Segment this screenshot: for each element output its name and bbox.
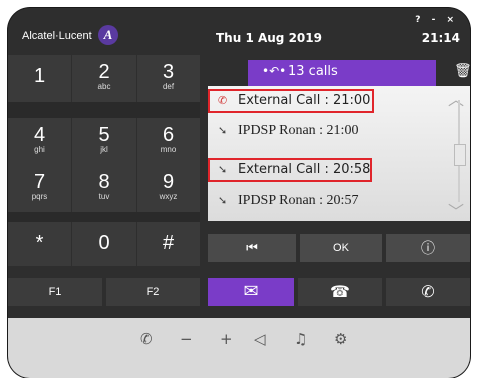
key-digit: # xyxy=(162,232,175,254)
call-log-item[interactable]: ➘ IPDSP Ronan : 21:00 xyxy=(208,118,456,145)
previous-button[interactable]: ⏮ xyxy=(208,234,296,262)
key-3[interactable]: 3 def xyxy=(137,55,200,102)
key-hash[interactable]: # xyxy=(137,222,200,266)
key-letters: wxyz xyxy=(159,192,178,201)
brand-name: Alcatel·Lucent xyxy=(22,30,92,42)
key-digit: 7 xyxy=(33,171,46,193)
key-digit: * xyxy=(35,232,44,254)
handset-icon[interactable]: ✆ xyxy=(140,330,153,348)
call-log-text: IPDSP Ronan : 21:00 xyxy=(238,123,359,138)
key-0[interactable]: 0 xyxy=(72,222,136,266)
key-4[interactable]: 4 ghi xyxy=(8,118,71,165)
key-digit: 1 xyxy=(33,65,46,87)
help-button[interactable]: ? xyxy=(415,15,424,25)
skip-back-icon: ⏮ xyxy=(246,240,258,255)
key-digit: 4 xyxy=(33,124,46,146)
highlight-box xyxy=(208,89,374,113)
volume-up-icon[interactable]: + xyxy=(220,330,233,348)
info-button[interactable]: ⓘ xyxy=(386,234,470,262)
key-digit: 0 xyxy=(98,232,110,254)
bottom-toolbar: ✆ − + ◁ ♫ ⚙ xyxy=(8,318,470,378)
key-digit: 2 xyxy=(98,61,110,83)
key-digit: 3 xyxy=(162,61,175,83)
call-log-list: ✆ External Call : 21:00 ➘ IPDSP Ronan : … xyxy=(208,86,470,221)
brand-logo-icon: A xyxy=(98,25,118,45)
keypad-divider xyxy=(8,102,200,118)
key-letters: tuv xyxy=(98,192,110,201)
ok-button[interactable]: OK xyxy=(300,234,382,262)
f2-key[interactable]: F2 xyxy=(106,278,200,306)
key-9[interactable]: 9 wxyz xyxy=(137,165,200,212)
messages-button[interactable]: ✉ xyxy=(208,278,294,306)
bell-icon[interactable]: ♫ xyxy=(294,330,307,348)
gear-icon[interactable]: ⚙ xyxy=(334,330,347,348)
key-8[interactable]: 8 tuv xyxy=(72,165,136,212)
scroll-down-icon[interactable]: ﹀ xyxy=(448,198,464,222)
key-digit: 6 xyxy=(162,124,175,146)
key-letters: pqrs xyxy=(31,192,48,201)
outgoing-call-icon: ➘ xyxy=(218,124,228,137)
phone-window: Alcatel·Lucent A Thu 1 Aug 2019 21:14 ? … xyxy=(8,8,470,378)
call-handset-icon: ✆ xyxy=(421,282,435,301)
hangup-icon: ☎ xyxy=(330,282,350,301)
key-7[interactable]: 7 pqrs xyxy=(8,165,71,212)
key-1[interactable]: 1 xyxy=(8,55,71,102)
close-button[interactable]: × xyxy=(446,15,458,25)
tab-calls[interactable]: •↶• 13 calls xyxy=(248,60,436,86)
tab-calls-label: 13 calls xyxy=(288,64,338,79)
key-6[interactable]: 6 mno xyxy=(137,118,200,165)
minimize-button[interactable]: - xyxy=(432,15,440,25)
volume-down-icon[interactable]: − xyxy=(180,330,193,348)
envelope-icon: ✉ xyxy=(243,281,259,302)
hangup-button[interactable]: ☎ xyxy=(298,278,382,306)
outgoing-call-icon: ➘ xyxy=(218,194,228,207)
scroll-up-icon[interactable]: ︿ xyxy=(448,86,464,110)
key-star[interactable]: * xyxy=(8,222,71,266)
info-icon: ⓘ xyxy=(421,240,435,256)
call-log-text: IPDSP Ronan : 20:57 xyxy=(238,193,359,208)
highlight-box xyxy=(208,158,372,182)
key-letters: abc xyxy=(97,82,111,91)
missed-call-icon: •↶• xyxy=(262,64,287,78)
keypad-divider xyxy=(8,212,200,222)
window-controls: ? - × xyxy=(415,15,458,25)
key-letters: jkl xyxy=(100,145,108,154)
speaker-icon[interactable]: ◁ xyxy=(254,330,266,348)
scrollbar-thumb[interactable] xyxy=(454,144,466,166)
call-button[interactable]: ✆ xyxy=(386,278,470,306)
key-letters: mno xyxy=(160,145,177,154)
time-display: 21:14 xyxy=(421,31,460,45)
date-display: Thu 1 Aug 2019 xyxy=(216,31,322,45)
call-log-item[interactable]: ➘ IPDSP Ronan : 20:57 xyxy=(208,188,456,215)
f1-key[interactable]: F1 xyxy=(8,278,102,306)
key-digit: 9 xyxy=(162,171,175,193)
key-5[interactable]: 5 jkl xyxy=(72,118,136,165)
key-2[interactable]: 2 abc xyxy=(72,55,136,102)
key-letters: ghi xyxy=(34,145,45,154)
trash-icon[interactable]: 🗑 xyxy=(454,63,470,79)
key-digit: 5 xyxy=(98,124,110,146)
key-digit: 8 xyxy=(98,171,110,193)
key-letters: def xyxy=(162,82,175,91)
